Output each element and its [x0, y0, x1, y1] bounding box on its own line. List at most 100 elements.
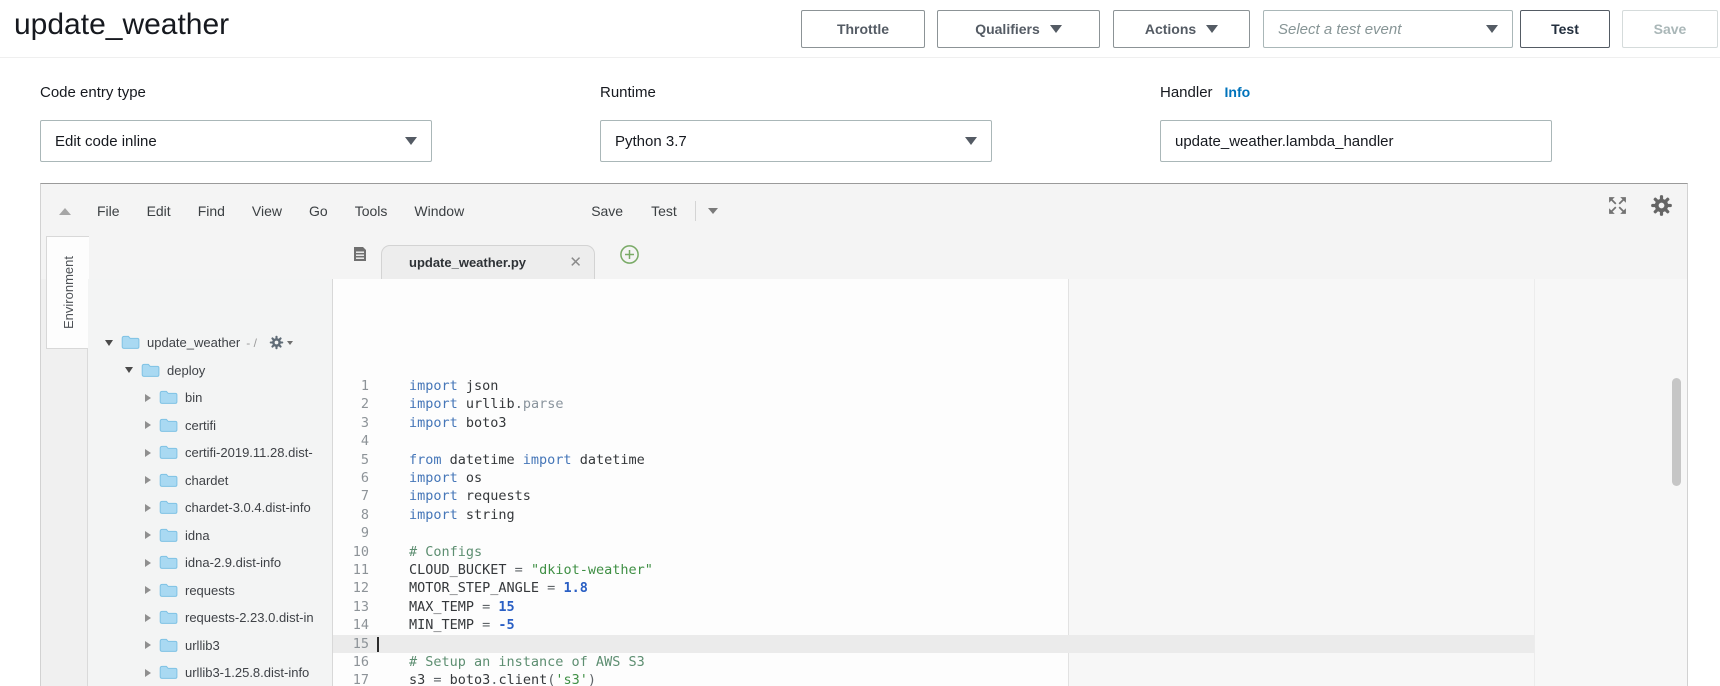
tree-caret-collapsed-icon[interactable]: [145, 394, 151, 402]
tree-item-idna-2-9-dist-info[interactable]: idna-2.9.dist-info: [88, 549, 332, 576]
tab-list-icon[interactable]: [351, 245, 369, 268]
code-editor-panel: File Edit Find View Go Tools Window Save Test: [40, 183, 1688, 686]
menu-go[interactable]: Go: [309, 203, 328, 219]
menu-edit[interactable]: Edit: [147, 203, 171, 219]
tree-item-label: idna: [185, 528, 210, 543]
runtime-select[interactable]: Python 3.7: [600, 120, 992, 162]
tree-item-update-weather[interactable]: update_weather- /: [88, 329, 332, 356]
tree-caret-collapsed-icon[interactable]: [145, 449, 151, 457]
code-line: import urllib.parse: [409, 395, 563, 413]
chevron-down-icon: [1206, 25, 1218, 33]
menu-view[interactable]: View: [252, 203, 282, 219]
tree-caret-collapsed-icon[interactable]: [145, 641, 151, 649]
tab-update-weather-py[interactable]: update_weather.py ✕: [381, 245, 595, 279]
code-line: import os: [409, 469, 482, 487]
menubar-more-icon[interactable]: [708, 208, 718, 214]
tree-item-certifi-2019-11-28-dist-[interactable]: certifi-2019.11.28.dist-: [88, 439, 332, 466]
tree-item-label: urllib3-1.25.8.dist-info: [185, 665, 309, 680]
fullscreen-icon[interactable]: [1607, 195, 1628, 221]
tree-caret-collapsed-icon[interactable]: [145, 504, 151, 512]
print-margin-zone: [1068, 279, 1687, 686]
code-line: import requests: [409, 487, 531, 505]
handler-input[interactable]: update_weather.lambda_handler: [1160, 120, 1552, 162]
menu-window[interactable]: Window: [414, 203, 464, 219]
collapse-editor-icon[interactable]: [59, 208, 71, 215]
line-number: 16: [333, 653, 369, 671]
qualifiers-button[interactable]: Qualifiers: [937, 10, 1100, 48]
chevron-down-icon: [965, 137, 977, 145]
folder-icon: [159, 555, 178, 570]
save-button-label: Save: [1654, 21, 1687, 37]
content-edge-line: [1534, 279, 1535, 686]
tab-close-icon[interactable]: ✕: [569, 255, 582, 270]
code-entry-type-select[interactable]: Edit code inline: [40, 120, 432, 162]
chevron-down-icon: [287, 341, 293, 345]
tree-item-requests[interactable]: requests: [88, 577, 332, 604]
test-button[interactable]: Test: [1520, 10, 1610, 48]
line-number: 15: [333, 635, 369, 653]
tree-caret-collapsed-icon[interactable]: [145, 614, 151, 622]
new-tab-plus-icon[interactable]: [619, 244, 640, 270]
handler-info-link[interactable]: Info: [1225, 84, 1251, 100]
handler-label-text: Handler: [1160, 84, 1213, 101]
tree-item-label: chardet: [185, 473, 228, 488]
tree-item-label: update_weather: [147, 335, 240, 350]
tree-item-label: certifi: [185, 418, 216, 433]
tree-item-label: deploy: [167, 363, 205, 378]
code-line: import json: [409, 377, 498, 395]
test-button-label: Test: [1551, 21, 1579, 37]
test-event-select[interactable]: Select a test event: [1263, 10, 1513, 48]
menubar-divider: [695, 201, 696, 221]
tree-item-idna[interactable]: idna: [88, 522, 332, 549]
code-entry-type-label: Code entry type: [40, 84, 146, 101]
tree-item-urllib3[interactable]: urllib3: [88, 632, 332, 659]
tree-caret-collapsed-icon[interactable]: [145, 669, 151, 677]
line-number: 2: [333, 395, 369, 413]
tree-item-requests-2-23-0-dist-in[interactable]: requests-2.23.0.dist-in: [88, 604, 332, 631]
menu-tools[interactable]: Tools: [355, 203, 388, 219]
tree-item-certifi[interactable]: certifi: [88, 412, 332, 439]
line-number: 13: [333, 598, 369, 616]
file-tree: update_weather- / deploy bin certifi certifi…: [88, 279, 333, 686]
actions-button[interactable]: Actions: [1113, 10, 1250, 48]
environment-tab[interactable]: Environment: [46, 236, 89, 349]
chevron-down-icon: [405, 137, 417, 145]
menu-file[interactable]: File: [97, 203, 120, 219]
editor-save-action[interactable]: Save: [591, 203, 623, 219]
tree-item-label: idna-2.9.dist-info: [185, 555, 281, 570]
line-number: 6: [333, 469, 369, 487]
environment-tab-label: Environment: [61, 256, 76, 329]
tree-caret-collapsed-icon[interactable]: [145, 531, 151, 539]
tree-item-label: certifi-2019.11.28.dist-: [185, 445, 313, 460]
throttle-button[interactable]: Throttle: [801, 10, 925, 48]
menu-find[interactable]: Find: [198, 203, 225, 219]
save-button[interactable]: Save: [1622, 10, 1718, 48]
folder-icon: [159, 583, 178, 598]
tree-caret-collapsed-icon[interactable]: [145, 559, 151, 567]
handler-label: Handler Info: [1160, 84, 1250, 101]
tree-item-label: chardet-3.0.4.dist-info: [185, 500, 311, 515]
tree-caret-collapsed-icon[interactable]: [145, 586, 151, 594]
code-line: CLOUD_BUCKET = "dkiot-weather": [409, 561, 653, 579]
tree-item-chardet[interactable]: chardet: [88, 467, 332, 494]
active-line-highlight: [333, 635, 1534, 653]
vertical-scrollbar-thumb[interactable]: [1672, 378, 1681, 486]
tree-caret-collapsed-icon[interactable]: [145, 421, 151, 429]
editor-settings-gear-icon[interactable]: [1650, 194, 1673, 222]
code-editor-surface[interactable]: 1import json2import urllib.parse3import …: [333, 279, 1687, 686]
tree-item-label: bin: [185, 390, 202, 405]
editor-test-action[interactable]: Test: [651, 203, 677, 219]
handler-value: update_weather.lambda_handler: [1175, 133, 1394, 150]
tree-item-deploy[interactable]: deploy: [88, 357, 332, 384]
tree-caret-expanded-icon[interactable]: [105, 340, 113, 346]
tree-item-label: urllib3: [185, 638, 220, 653]
tree-item-chardet-3-0-4-dist-info[interactable]: chardet-3.0.4.dist-info: [88, 494, 332, 521]
folder-icon: [159, 418, 178, 433]
tree-caret-expanded-icon[interactable]: [125, 367, 133, 373]
folder-icon: [159, 390, 178, 405]
tree-caret-collapsed-icon[interactable]: [145, 476, 151, 484]
runtime-value: Python 3.7: [615, 133, 687, 150]
tree-item-bin[interactable]: bin: [88, 384, 332, 411]
tree-item-urllib3-1-25-8-dist-info[interactable]: urllib3-1.25.8.dist-info: [88, 659, 332, 686]
tree-settings-gear-icon[interactable]: [269, 335, 293, 350]
